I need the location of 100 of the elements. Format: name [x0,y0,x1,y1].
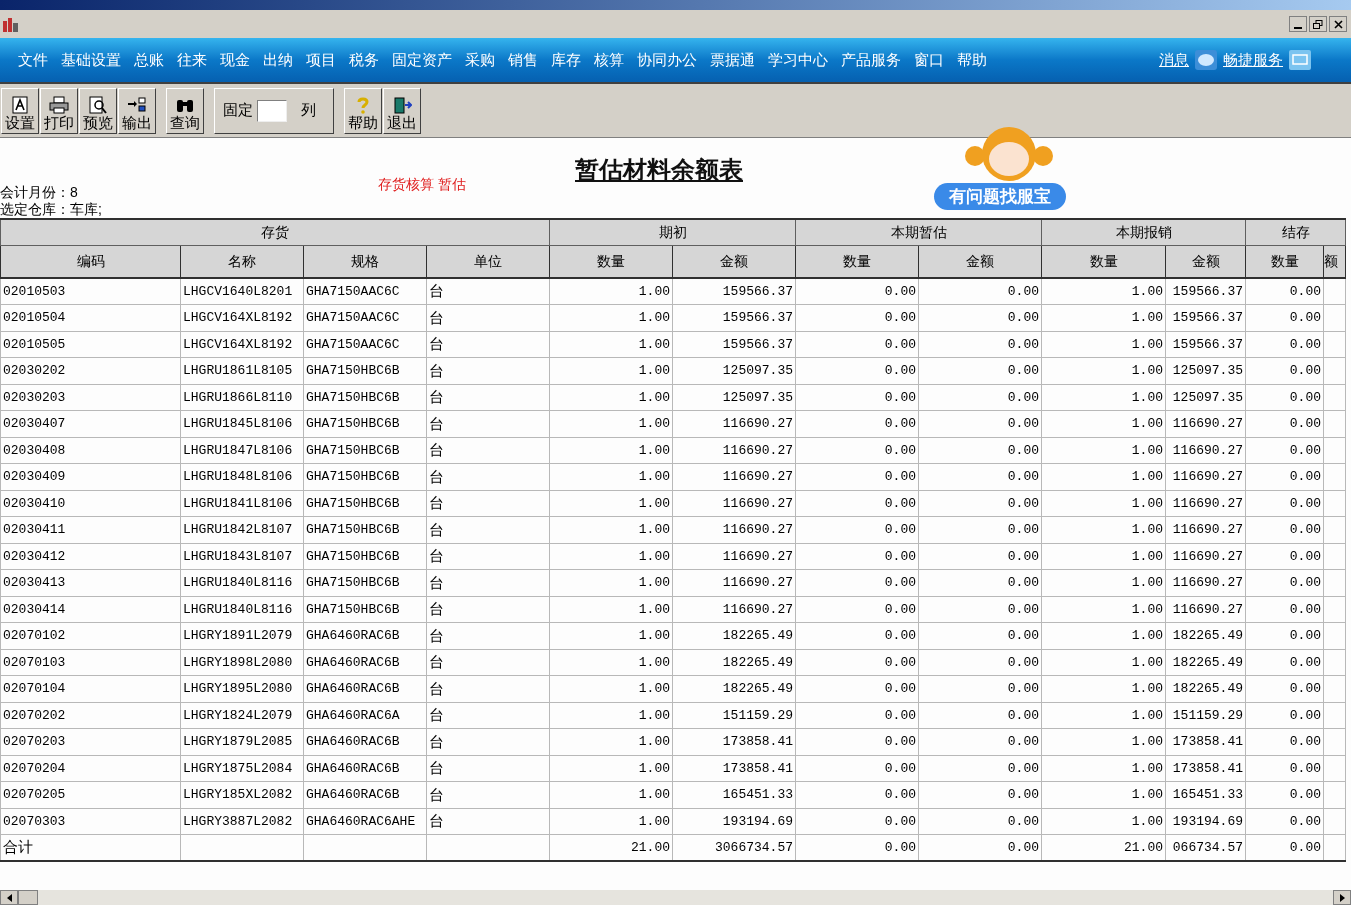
table-cell: 125097.35 [672,357,796,384]
menu-link[interactable]: 消息 [1159,48,1189,72]
horizontal-scrollbar[interactable] [0,890,1351,905]
table-cell: 0.00 [918,490,1042,517]
menu-item[interactable]: 总账 [134,48,164,72]
table-cell: 151159.29 [1165,702,1246,729]
close-button[interactable] [1329,16,1347,32]
menu-item[interactable]: 往来 [177,48,207,72]
table-cell: 1.00 [549,410,673,437]
toolbar-button[interactable]: 设置 [1,87,39,134]
table-cell: LHGCV164XL8192 [180,331,304,358]
table-cell: 0.00 [1245,808,1324,835]
left-arrow-icon [6,893,12,902]
app-icon [2,15,20,33]
table-cell: 合计 [0,834,181,861]
table-cell: 0.00 [1245,543,1324,570]
magnifier-page-icon [88,95,108,114]
right-arrow-icon [1339,893,1345,902]
table-cell: 台 [426,702,550,729]
menu-item[interactable]: 采购 [465,48,495,72]
table-cell: 125097.35 [1165,357,1246,384]
toolbar-button[interactable]: 输出 [118,87,156,134]
toolbar-button[interactable]: 查询 [166,87,204,134]
close-icon [1333,19,1343,29]
table-cell: GHA7150HBC6B [303,384,427,411]
table-cell: LHGRU1841L8106 [180,490,304,517]
toolbar-button[interactable]: 打印 [40,87,78,134]
selected-warehouse: 选定仓库：车库; [0,201,102,217]
menu-item[interactable]: 窗口 [914,48,944,72]
table-cell: 1.00 [1041,278,1166,305]
table-cell: LHGRU1840L8116 [180,569,304,596]
menu-item[interactable]: 固定资产 [392,48,452,72]
freeze-columns-control[interactable]: 固定 列 [214,87,334,134]
table-cell: 02030412 [0,543,181,570]
table-cell: GHA6460RAC6B [303,649,427,676]
toolbar-button[interactable]: 预览 [79,87,117,134]
table-cell: 1.00 [1041,649,1166,676]
table-cell: 1.00 [1041,622,1166,649]
menu-item[interactable]: 文件 [18,48,48,72]
table-cell: 1.00 [549,781,673,808]
table-cell: LHGRY1824L2079 [180,702,304,729]
table-cell: 1.00 [1041,384,1166,411]
menu-link[interactable]: 畅捷服务 [1223,48,1283,72]
table-cell: 1.00 [549,278,673,305]
menu-item[interactable]: 基础设置 [61,48,121,72]
table-cell: LHGCV1640L8201 [180,278,304,305]
menu-item[interactable]: 项目 [306,48,336,72]
table-cell: 02030413 [0,569,181,596]
toolbar-button[interactable]: 退出 [383,87,421,134]
table-cell: 0.00 [918,384,1042,411]
menu-item[interactable]: 核算 [594,48,624,72]
minimize-button[interactable] [1289,16,1307,32]
table-cell: 0.00 [1245,781,1324,808]
menu-item[interactable]: 学习中心 [768,48,828,72]
table-cell: 0.00 [795,410,919,437]
column-count-field[interactable] [257,99,287,122]
toolbar-button[interactable]: 帮助 [344,87,382,134]
table-cell: 0.00 [1245,384,1324,411]
table-cell: 0.00 [918,675,1042,702]
menu-item[interactable]: 票据通 [710,48,755,72]
table-cell: 0.00 [1245,622,1324,649]
table-cell: LHGRU1840L8116 [180,596,304,623]
menu-item[interactable]: 帮助 [957,48,987,72]
table-cell: 02010503 [0,278,181,305]
table-cell: 1.00 [1041,569,1166,596]
menu-item[interactable]: 库存 [551,48,581,72]
table-cell: 0.00 [918,728,1042,755]
menu-item[interactable]: 现金 [220,48,250,72]
table-cell: 台 [426,437,550,464]
table-cell: 0.00 [918,569,1042,596]
scroll-left-button[interactable] [0,890,18,905]
menu-item[interactable]: 产品服务 [841,48,901,72]
menu-item[interactable]: 协同办公 [637,48,697,72]
table-cell: GHA7150HBC6B [303,490,427,517]
table-cell: 116690.27 [672,516,796,543]
table-cell: 173858.41 [672,728,796,755]
column-header: 数量 [795,245,919,278]
table-cell: 02070204 [0,755,181,782]
menu-item[interactable]: 出纳 [263,48,293,72]
scroll-thumb[interactable] [18,890,38,905]
scroll-right-button[interactable] [1333,890,1351,905]
table-cell: LHGRY1891L2079 [180,622,304,649]
table-cell: 1.00 [1041,490,1166,517]
table-cell: 台 [426,543,550,570]
printer-icon [49,95,69,114]
chat-bubble-icon[interactable] [1195,50,1217,70]
table-cell: 0.00 [795,755,919,782]
table-cell: 182265.49 [1165,649,1246,676]
help-badge[interactable]: 有问题找服宝 [934,183,1066,210]
menu-item[interactable]: 销售 [508,48,538,72]
table-cell: GHA7150HBC6B [303,596,427,623]
restore-button[interactable] [1309,16,1327,32]
table-cell: 台 [426,781,550,808]
table-cell: 1.00 [549,675,673,702]
table-cell: 1.00 [1041,675,1166,702]
table-cell: 02030407 [0,410,181,437]
menu-item[interactable]: 税务 [349,48,379,72]
table-cell: 159566.37 [1165,331,1246,358]
table-cell: 1.00 [1041,516,1166,543]
table-cell: 0.00 [795,728,919,755]
